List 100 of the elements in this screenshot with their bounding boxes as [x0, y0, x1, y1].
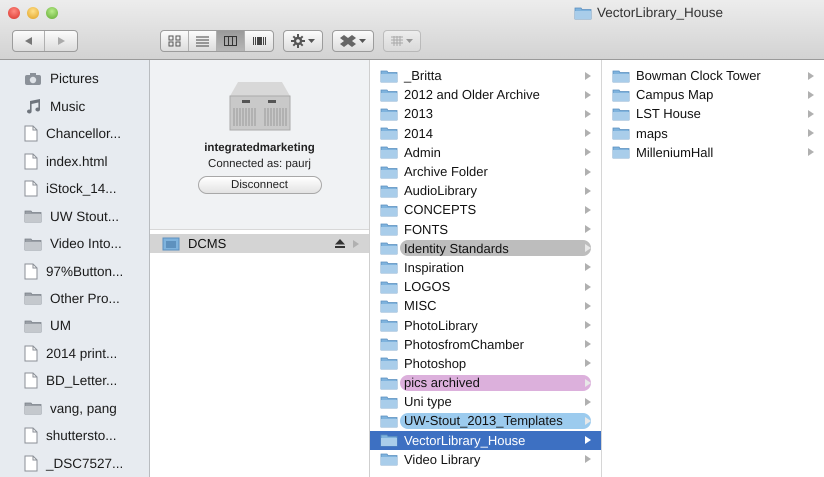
folder-row[interactable]: Bowman Clock Tower [602, 66, 824, 86]
server-name: integratedmarketing [204, 142, 315, 154]
folder-row[interactable]: LOGOS [370, 277, 601, 296]
folder-row[interactable]: FONTS [370, 220, 601, 239]
share-button[interactable] [332, 30, 374, 52]
sidebar-item[interactable]: 97%Button... [0, 257, 149, 285]
disclosure-arrow-icon [585, 416, 591, 425]
disclosure-arrow-icon [808, 90, 814, 99]
folder-row[interactable]: 2012 and Older Archive [370, 85, 601, 104]
folder-icon [24, 236, 42, 251]
disclosure-arrow-icon [585, 225, 591, 234]
document-icon [24, 180, 38, 198]
folder-row[interactable]: 2014 [370, 124, 601, 143]
folder-row[interactable]: Admin [370, 142, 601, 162]
folder-icon [380, 260, 398, 274]
folder-icon [380, 414, 398, 428]
folder-icon [380, 356, 398, 370]
folder-row[interactable]: LST House [602, 104, 824, 124]
folder-row[interactable]: Identity Standards [370, 238, 601, 258]
disclosure-arrow-icon [585, 302, 591, 310]
disclosure-arrow-icon [585, 340, 591, 348]
folder-row[interactable]: Archive Folder [370, 162, 601, 182]
disclosure-arrow-icon [585, 90, 591, 99]
disclosure-arrow-icon [585, 455, 591, 464]
view-mode-icon [252, 35, 266, 47]
folder-icon [380, 88, 398, 102]
document-icon [24, 454, 38, 472]
view-mode-control[interactable] [160, 30, 274, 52]
folder-icon [380, 222, 398, 236]
sidebar-item[interactable]: vang, pang [0, 394, 149, 422]
sidebar-item[interactable]: UM [0, 312, 149, 340]
sidebar-item[interactable]: Music [0, 92, 149, 120]
folder-row[interactable]: PhotosfromChamber [370, 334, 601, 354]
folder-row[interactable]: Photoshop [370, 354, 601, 373]
window-title: VectorLibrary_House [597, 5, 724, 20]
volume-row[interactable]: DCMS [150, 234, 369, 253]
caret-icon [406, 39, 413, 43]
caret-icon [359, 39, 366, 43]
sidebar-item[interactable]: BD_Letter... [0, 367, 149, 395]
disclosure-arrow-icon [585, 263, 591, 272]
close-button[interactable] [8, 7, 20, 19]
folder-icon [380, 452, 398, 466]
disclosure-arrow-icon [808, 110, 814, 118]
label-tag: Identity Standards [400, 240, 591, 256]
document-icon [24, 372, 38, 390]
document-icon [24, 262, 38, 280]
folder-row[interactable]: CONCEPTS [370, 200, 601, 220]
server-icon [228, 80, 292, 132]
folder-icon [24, 318, 42, 333]
document-icon [24, 344, 38, 362]
folder-row[interactable]: maps [602, 124, 824, 143]
sidebar-item[interactable]: 2014 print... [0, 340, 149, 368]
sidebar-item[interactable]: Video Into... [0, 230, 149, 258]
sidebar-item[interactable]: Other Pro... [0, 284, 149, 312]
folder-row[interactable]: pics archived [370, 373, 601, 392]
folder-row[interactable]: Inspiration [370, 258, 601, 278]
disclosure-arrow-icon [585, 321, 591, 330]
view-mode-icon [196, 35, 209, 47]
folder-icon [380, 106, 398, 121]
folder-row[interactable]: 2013 [370, 104, 601, 124]
document-icon [24, 427, 38, 444]
camera-icon [24, 72, 42, 86]
folder-row[interactable]: _Britta [370, 66, 601, 86]
sidebar-item[interactable]: shuttersto... [0, 422, 149, 450]
disclosure-arrow-icon [585, 168, 591, 176]
disclosure-arrow-icon [585, 282, 591, 291]
folder-icon [380, 126, 398, 140]
volume-icon [162, 236, 180, 250]
view-mode-button[interactable] [217, 31, 245, 51]
folder-icon [380, 184, 398, 198]
sidebar-item[interactable]: Chancellor... [0, 120, 149, 148]
folder-icon [380, 376, 398, 390]
action-button[interactable] [283, 30, 323, 52]
folder-row[interactable]: Campus Map [602, 85, 824, 104]
folder-row[interactable]: UW-Stout_2013_Templates [370, 411, 601, 431]
sidebar-item[interactable]: iStock_14... [0, 174, 149, 202]
sidebar-item[interactable]: UW Stout... [0, 202, 149, 230]
folder-row[interactable]: PhotoLibrary [370, 315, 601, 335]
folder-icon [380, 318, 398, 332]
sidebar-item[interactable]: Pictures [0, 65, 149, 92]
label-tag: pics archived [400, 374, 591, 391]
folder-row[interactable]: MilleniumHall [602, 142, 824, 162]
sidebar-item[interactable]: _DSC7527... [0, 450, 149, 477]
folder-row[interactable]: AudioLibrary [370, 181, 601, 200]
folder-row[interactable]: MISC [370, 296, 601, 316]
folder-icon [24, 291, 42, 306]
forward-arrow-icon [58, 37, 64, 45]
disclosure-arrow-icon [808, 148, 814, 156]
disconnect-button[interactable]: Disconnect [198, 176, 322, 194]
disclosure-arrow-icon [585, 148, 591, 156]
disclosure-arrow-icon [585, 244, 591, 252]
folder-row[interactable]: Uni type [370, 392, 601, 412]
folder-row[interactable]: VectorLibrary_House [370, 430, 601, 450]
grid-icon [391, 36, 403, 46]
folder-icon [574, 6, 592, 20]
sidebar-item[interactable]: index.html [0, 147, 149, 175]
back-forward-control[interactable] [12, 30, 78, 52]
label-tag: UW-Stout_2013_Templates [400, 412, 591, 429]
folder-row[interactable]: Video Library [370, 450, 601, 469]
caret-icon [308, 39, 315, 43]
